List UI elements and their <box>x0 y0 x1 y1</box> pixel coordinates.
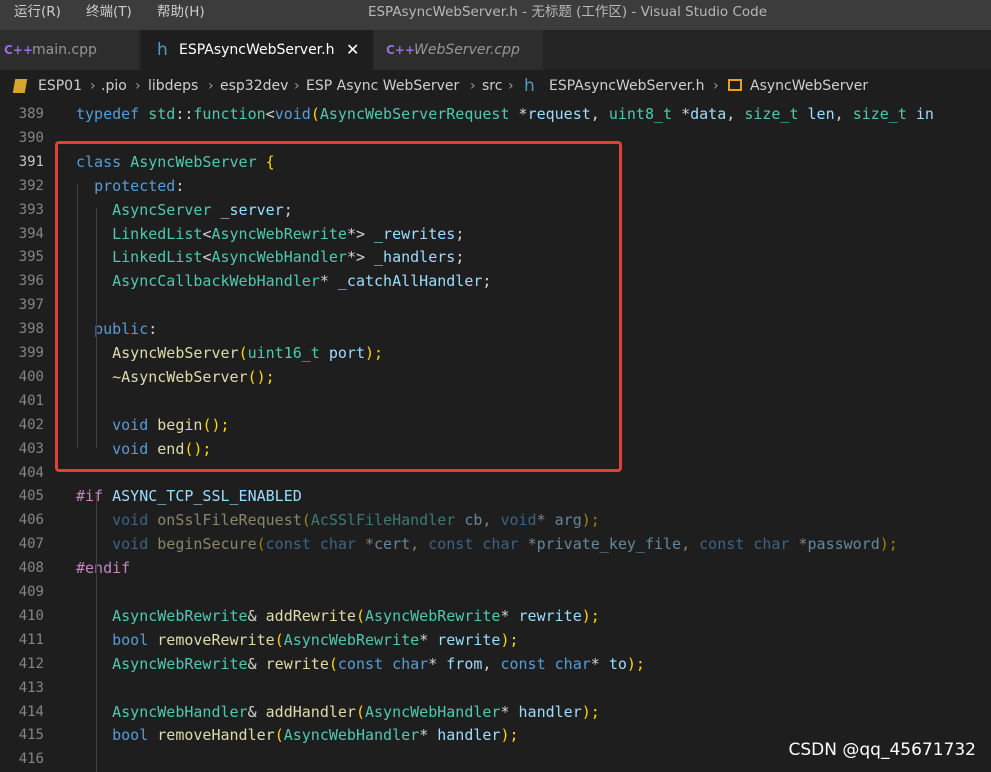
tab-espasyncwebserver-h[interactable]: h ESPAsyncWebServer.h ✕ <box>141 30 373 70</box>
line-number: 398 <box>18 321 44 338</box>
chevron-right-icon: › <box>208 78 214 94</box>
code-text: bool removeRewrite(AsyncWebRewrite* rewr… <box>112 630 519 649</box>
line-number: 403 <box>18 440 44 457</box>
line-number: 402 <box>18 416 44 433</box>
code-line[interactable]: 406 void onSslFileRequest(AcSSlFileHandl… <box>0 508 991 532</box>
breadcrumb: ESP01 › .pio › libdeps › esp32dev › ESP … <box>0 70 991 102</box>
line-number: 416 <box>18 751 44 768</box>
chevron-right-icon: › <box>508 78 514 94</box>
line-number: 399 <box>18 345 44 361</box>
breadcrumb-item[interactable]: AsyncWebServer <box>750 70 868 102</box>
menu-run[interactable]: 运行(R) <box>14 0 61 30</box>
line-number: 394 <box>18 225 44 242</box>
highlight-annotation <box>55 141 622 472</box>
class-symbol-icon <box>728 79 742 91</box>
line-number: 392 <box>18 177 44 194</box>
code-line[interactable]: 414 AsyncWebHandler& addHandler(AsyncWeb… <box>0 700 991 724</box>
code-text: AsyncWebRewrite& addRewrite(AsyncWebRewr… <box>112 606 600 625</box>
code-text: void onSslFileRequest(AcSSlFileHandler c… <box>112 511 600 530</box>
breadcrumb-item[interactable]: libdeps <box>148 70 198 102</box>
tab-main-cpp[interactable]: C++ main.cpp <box>0 30 140 70</box>
line-number: 393 <box>18 201 44 218</box>
chevron-right-icon: › <box>90 78 96 94</box>
code-line[interactable]: 389 typedef std::function<void(AsyncWebSe… <box>0 102 991 126</box>
code-text: #if ASYNC_TCP_SSL_ENABLED <box>76 487 302 506</box>
editor-tab-bar: C++ main.cpp h ESPAsyncWebServer.h ✕ C++… <box>0 30 991 70</box>
line-number: 396 <box>18 273 44 290</box>
line-number: 411 <box>18 631 44 648</box>
code-line[interactable]: 407 void beginSecure(const char *cert, c… <box>0 532 991 556</box>
tab-webserver-cpp[interactable]: C++ WebServer.cpp <box>374 30 544 70</box>
line-number: 414 <box>18 703 44 720</box>
code-text: AsyncWebRewrite& rewrite(const char* fro… <box>112 654 645 673</box>
line-number: 408 <box>18 560 44 577</box>
breadcrumb-item[interactable]: src <box>482 70 502 102</box>
tab-label: main.cpp <box>32 42 97 58</box>
code-line[interactable]: 413 <box>0 676 991 700</box>
code-text: typedef std::function<void(AsyncWebServe… <box>76 105 934 123</box>
code-line[interactable]: 408 #endif <box>0 556 991 580</box>
line-number: 404 <box>18 464 44 481</box>
line-number: 413 <box>18 679 44 696</box>
line-number: 410 <box>18 607 44 624</box>
chevron-right-icon: › <box>294 78 300 94</box>
line-number: 409 <box>18 584 44 600</box>
close-icon[interactable]: ✕ <box>346 30 359 70</box>
window-title: ESPAsyncWebServer.h - 无标题 (工作区) - Visual… <box>367 4 768 20</box>
breadcrumb-item[interactable]: ESP01 <box>38 70 82 102</box>
line-number: 412 <box>18 655 44 672</box>
watermark: CSDN @qq_45671732 <box>788 740 976 760</box>
code-text: #endif <box>76 559 131 578</box>
line-number: 397 <box>18 297 44 314</box>
breadcrumb-item[interactable]: .pio <box>101 70 127 102</box>
code-line[interactable]: 412 AsyncWebRewrite& rewrite(const char*… <box>0 652 991 676</box>
chevron-right-icon: › <box>713 78 719 94</box>
tab-label: ESPAsyncWebServer.h <box>179 42 335 58</box>
line-number: 389 <box>18 106 44 122</box>
line-number: 395 <box>18 249 44 266</box>
code-line[interactable]: 405 #if ASYNC_TCP_SSL_ENABLED <box>0 484 991 508</box>
cpp-file-icon: C++ <box>386 43 415 57</box>
line-number: 405 <box>18 488 44 505</box>
tab-label: WebServer.cpp <box>414 42 520 58</box>
breadcrumb-item[interactable]: esp32dev <box>220 70 288 102</box>
indent-guide <box>96 495 97 772</box>
code-line[interactable]: 411 bool removeRewrite(AsyncWebRewrite* … <box>0 628 991 652</box>
title-bar: 运行(R) 终端(T) 帮助(H) ESPAsyncWebServer.h - … <box>0 0 991 30</box>
header-file-icon: h <box>157 40 168 60</box>
line-number: 407 <box>18 536 44 553</box>
breadcrumb-item[interactable]: ESPAsyncWebServer.h <box>549 70 704 102</box>
code-text: AsyncWebHandler& addHandler(AsyncWebHand… <box>112 702 600 721</box>
chevron-right-icon: › <box>135 78 141 94</box>
folder-icon <box>12 79 28 93</box>
chevron-right-icon: › <box>470 78 476 94</box>
line-number: 400 <box>18 368 44 385</box>
line-number: 415 <box>18 727 44 744</box>
code-text: void beginSecure(const char *cert, const… <box>112 535 898 554</box>
code-line[interactable]: 410 AsyncWebRewrite& addRewrite(AsyncWeb… <box>0 604 991 628</box>
code-text: bool removeHandler(AsyncWebHandler* hand… <box>112 726 519 745</box>
cpp-file-icon: C++ <box>4 43 33 57</box>
header-file-icon: h <box>524 76 535 96</box>
breadcrumb-item[interactable]: ESP Async WebServer <box>306 70 459 102</box>
line-number: 401 <box>18 392 44 409</box>
line-number: 390 <box>18 129 44 146</box>
code-line[interactable]: 409 <box>0 580 991 604</box>
line-number: 391 <box>18 153 44 170</box>
line-number: 406 <box>18 512 44 529</box>
